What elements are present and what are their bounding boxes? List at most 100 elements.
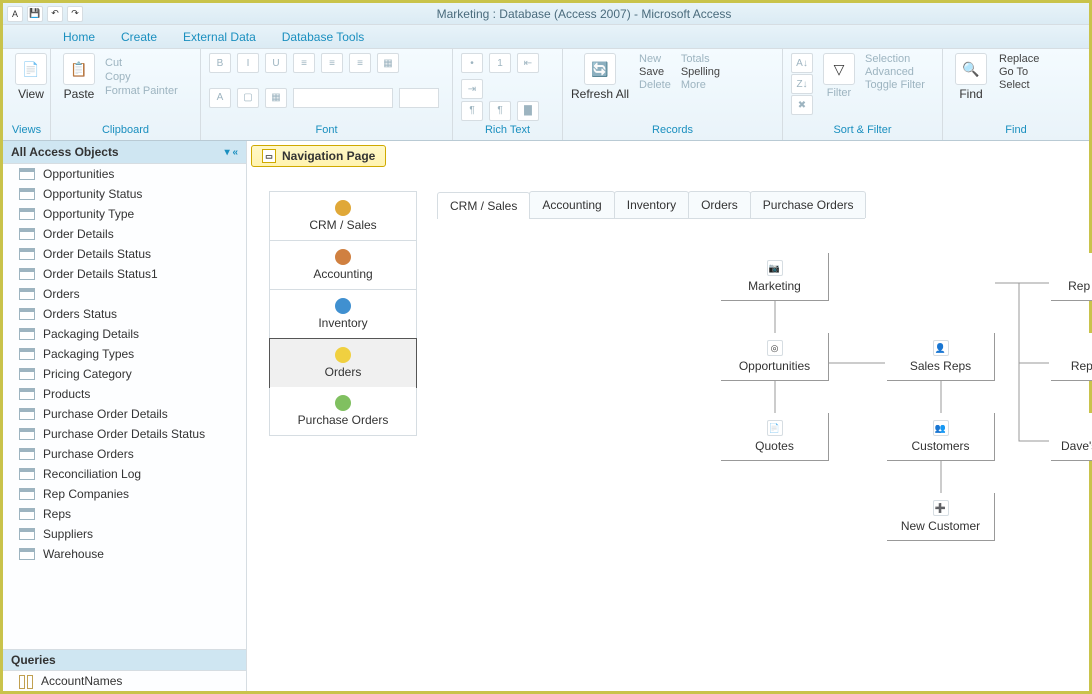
nav-item[interactable]: Pricing Category bbox=[3, 364, 246, 384]
nav-item[interactable]: Order Details bbox=[3, 224, 246, 244]
nav-queries-header[interactable]: Queries bbox=[3, 649, 246, 671]
nav-item[interactable]: Reconciliation Log bbox=[3, 464, 246, 484]
filter-button[interactable]: ▽ Filter bbox=[819, 53, 859, 115]
advanced-button[interactable]: Advanced bbox=[865, 66, 925, 78]
nav-item[interactable]: Opportunity Status bbox=[3, 184, 246, 204]
nav-item[interactable]: Warehouse bbox=[3, 544, 246, 564]
find-button[interactable]: 🔍 Find bbox=[951, 53, 991, 101]
box-label: Sales Reps bbox=[910, 359, 971, 373]
toggle-filter-button[interactable]: Toggle Filter bbox=[865, 79, 925, 91]
vtab-accounting[interactable]: Accounting bbox=[270, 241, 416, 290]
selection-button[interactable]: Selection bbox=[865, 53, 925, 65]
nav-item[interactable]: Purchase Order Details bbox=[3, 404, 246, 424]
box-marketing[interactable]: 📷Marketing bbox=[721, 253, 829, 301]
nav-item[interactable]: Opportunities bbox=[3, 164, 246, 184]
align-right-button[interactable]: ≡ bbox=[349, 53, 371, 73]
italic-button[interactable]: I bbox=[237, 53, 259, 73]
font-color-button[interactable]: A bbox=[209, 88, 231, 108]
copy-button[interactable]: Copy bbox=[105, 71, 178, 83]
nav-item[interactable]: Opportunity Type bbox=[3, 204, 246, 224]
box-rep-earnings[interactable]: 💰Rep Earnings bbox=[1051, 253, 1092, 301]
box-sales-reps[interactable]: 👤Sales Reps bbox=[887, 333, 995, 381]
nav-item[interactable]: Reps bbox=[3, 504, 246, 524]
box-quotes[interactable]: 📄Quotes bbox=[721, 413, 829, 461]
view-button[interactable]: 📄 View bbox=[11, 53, 51, 101]
nav-item[interactable]: Packaging Details bbox=[3, 324, 246, 344]
nav-item[interactable]: Packaging Types bbox=[3, 344, 246, 364]
vtab-crm-sales[interactable]: CRM / Sales bbox=[270, 192, 416, 241]
nav-item[interactable]: Order Details Status1 bbox=[3, 264, 246, 284]
box-daves-earnings[interactable]: 💰Dave's Earnings bbox=[1051, 413, 1092, 461]
htab-purchase-orders[interactable]: Purchase Orders bbox=[750, 191, 867, 218]
nav-item[interactable]: Orders Status bbox=[3, 304, 246, 324]
refresh-all-button[interactable]: 🔄 Refresh All bbox=[571, 53, 629, 101]
tab-external-data[interactable]: External Data bbox=[177, 26, 262, 48]
box-opportunities[interactable]: ◎Opportunities bbox=[721, 333, 829, 381]
save-button[interactable]: Save bbox=[639, 66, 671, 78]
highlight-button[interactable]: ▇ bbox=[517, 101, 539, 121]
grid-button[interactable]: ▦ bbox=[377, 53, 399, 73]
htab-inventory[interactable]: Inventory bbox=[614, 191, 689, 218]
bold-button[interactable]: B bbox=[209, 53, 231, 73]
spelling-button[interactable]: Spelling bbox=[681, 66, 720, 78]
new-button[interactable]: New bbox=[639, 53, 671, 65]
nav-item[interactable]: Purchase Orders bbox=[3, 444, 246, 464]
sort-asc-button[interactable]: A↓ bbox=[791, 53, 813, 73]
nav-item[interactable]: Purchase Order Details Status bbox=[3, 424, 246, 444]
collapse-icon[interactable]: ▾ « bbox=[225, 147, 238, 158]
paste-button[interactable]: 📋 Paste bbox=[59, 53, 99, 101]
more-button[interactable]: More bbox=[681, 79, 720, 91]
redo-icon[interactable]: ↷ bbox=[67, 6, 83, 22]
htab-orders[interactable]: Orders bbox=[688, 191, 751, 218]
vtab-orders[interactable]: Orders bbox=[269, 338, 417, 388]
select-button[interactable]: Select bbox=[999, 79, 1039, 91]
nav-item[interactable]: Order Details Status bbox=[3, 244, 246, 264]
nav-header[interactable]: All Access Objects ▾ « bbox=[3, 141, 246, 164]
indent-inc-button[interactable]: ⇥ bbox=[461, 79, 483, 99]
format-painter-button[interactable]: Format Painter bbox=[105, 85, 178, 97]
nav-item[interactable]: Rep Companies bbox=[3, 484, 246, 504]
undo-icon[interactable]: ↶ bbox=[47, 6, 63, 22]
clear-sort-button[interactable]: ✖ bbox=[791, 95, 813, 115]
tab-database-tools[interactable]: Database Tools bbox=[276, 26, 371, 48]
delete-button[interactable]: Delete bbox=[639, 79, 671, 91]
box-rep-reports[interactable]: 📊Rep Reports bbox=[1051, 333, 1092, 381]
cut-button[interactable]: Cut bbox=[105, 57, 178, 69]
sort-desc-button[interactable]: Z↓ bbox=[791, 74, 813, 94]
nav-query-item[interactable]: AccountNames bbox=[3, 671, 246, 691]
border-button[interactable]: ▦ bbox=[265, 88, 287, 108]
replace-button[interactable]: Replace bbox=[999, 53, 1039, 65]
align-center-button[interactable]: ≡ bbox=[321, 53, 343, 73]
align-left-button[interactable]: ≡ bbox=[293, 53, 315, 73]
bullets-button[interactable]: • bbox=[461, 53, 483, 73]
ltr-button[interactable]: ¶ bbox=[461, 101, 483, 121]
underline-button[interactable]: U bbox=[265, 53, 287, 73]
nav-item-label: Pricing Category bbox=[43, 367, 132, 381]
htab-crm-sales[interactable]: CRM / Sales bbox=[437, 192, 530, 219]
tab-create[interactable]: Create bbox=[115, 26, 163, 48]
nav-item[interactable]: Suppliers bbox=[3, 524, 246, 544]
nav-item[interactable]: Orders bbox=[3, 284, 246, 304]
smiley-icon bbox=[335, 347, 351, 363]
font-selector[interactable] bbox=[293, 88, 393, 108]
indent-dec-button[interactable]: ⇤ bbox=[517, 53, 539, 73]
vtab-inventory[interactable]: Inventory bbox=[270, 290, 416, 339]
box-customers[interactable]: 👥Customers bbox=[887, 413, 995, 461]
query-icon bbox=[19, 675, 33, 687]
nav-item[interactable]: Products bbox=[3, 384, 246, 404]
rtl-button[interactable]: ¶ bbox=[489, 101, 511, 121]
main-area: All Access Objects ▾ « OpportunitiesOppo… bbox=[3, 141, 1089, 691]
vtab-purchase-orders[interactable]: Purchase Orders bbox=[270, 387, 416, 435]
htab-accounting[interactable]: Accounting bbox=[529, 191, 614, 218]
tab-home[interactable]: Home bbox=[57, 26, 101, 48]
totals-button[interactable]: Totals bbox=[681, 53, 720, 65]
numbering-button[interactable]: 1 bbox=[489, 53, 511, 73]
app-icon[interactable]: A bbox=[7, 6, 23, 22]
document-tab[interactable]: ▭ Navigation Page bbox=[251, 145, 386, 167]
font-size-selector[interactable] bbox=[399, 88, 439, 108]
save-icon[interactable]: 💾 bbox=[27, 6, 43, 22]
fill-color-button[interactable]: ▢ bbox=[237, 88, 259, 108]
box-new-customer[interactable]: ➕New Customer bbox=[887, 493, 995, 541]
goto-button[interactable]: Go To bbox=[999, 66, 1039, 78]
nav-queries-body: AccountNames bbox=[3, 671, 246, 691]
